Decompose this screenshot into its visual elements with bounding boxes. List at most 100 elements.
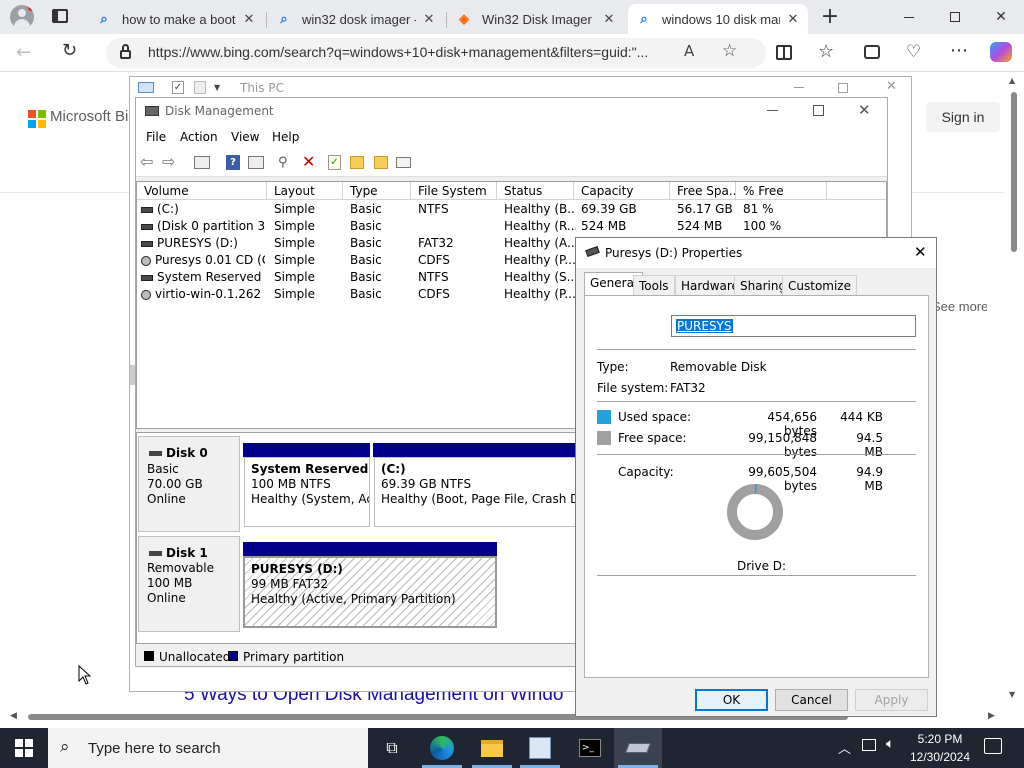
partition-size: 100 MB NTFS	[251, 477, 331, 491]
notification-center-icon[interactable]	[984, 738, 1002, 754]
col-free-space[interactable]: Free Spa...	[670, 182, 736, 200]
partition-c[interactable]: (C:) 69.39 GB NTFS Healthy (Boot, Page F…	[374, 457, 576, 527]
read-aloud-icon[interactable]: A	[684, 42, 694, 60]
back-arrow-icon[interactable]: ←	[16, 42, 31, 63]
back-arrow-icon[interactable]: ⇦	[140, 152, 153, 171]
file-explorer-icon[interactable]	[468, 728, 516, 768]
disk-1-info[interactable]: Disk 1 Removable 100 MB Online	[138, 536, 240, 632]
explorer-close-button[interactable]: ✕	[886, 79, 897, 94]
favorites-icon[interactable]: ☆	[818, 41, 834, 62]
close-tab-icon[interactable]: ✕	[786, 11, 800, 27]
tab-tools[interactable]: Tools	[633, 275, 675, 295]
tab-actions-icon[interactable]	[52, 9, 68, 23]
clock-date[interactable]: 12/30/2024	[906, 750, 974, 764]
col-layout[interactable]: Layout	[267, 182, 343, 200]
search-icon: ⌕	[640, 11, 648, 26]
address-bar[interactable]: https://www.bing.com/search?q=windows+10…	[106, 38, 766, 68]
dialog-close-button[interactable]: ✕	[914, 243, 927, 261]
checklist-icon[interactable]: ✓	[328, 155, 341, 170]
tab-customize[interactable]: Customize	[782, 275, 857, 295]
favorite-star-icon[interactable]: ☆	[722, 41, 737, 61]
split-screen-icon[interactable]	[776, 45, 792, 60]
menu-view[interactable]: View	[231, 130, 259, 144]
minimize-button[interactable]	[886, 0, 932, 34]
edge-icon[interactable]	[418, 728, 466, 768]
partition-system-reserved[interactable]: System Reserved 100 MB NTFS Healthy (Sys…	[244, 457, 370, 527]
disk-0-info[interactable]: Disk 0 Basic 70.00 GB Online	[138, 436, 240, 532]
sign-in-button[interactable]: Sign in	[926, 102, 1000, 132]
scroll-thumb[interactable]	[1011, 92, 1017, 252]
volume-row[interactable]: (Disk 0 partition 3) Simple Basic Healthy (…	[137, 218, 886, 235]
console-tree-icon[interactable]	[194, 156, 210, 169]
collections-icon[interactable]	[864, 45, 880, 59]
tab-bootable[interactable]: ⌕ how to make a bootab ✕	[88, 4, 264, 34]
network-icon[interactable]	[862, 739, 876, 751]
profile-avatar[interactable]	[10, 5, 34, 29]
col-type[interactable]: Type	[343, 182, 411, 200]
see-more-link[interactable]: See more	[937, 299, 987, 314]
close-tab-icon[interactable]: ✕	[422, 11, 436, 27]
microsoft-logo[interactable]	[28, 110, 46, 128]
dropdown-icon[interactable]: ▼	[214, 83, 220, 92]
menu-help[interactable]: Help	[272, 130, 299, 144]
tab-win32-imager[interactable]: ◈ Win32 Disk Imager do ✕	[448, 4, 624, 34]
clock-time[interactable]: 5:20 PM	[910, 732, 970, 746]
dm-close-button[interactable]: ✕	[858, 101, 871, 119]
col-status[interactable]: Status	[497, 182, 574, 200]
help-icon[interactable]: ?	[226, 155, 240, 170]
close-tab-icon[interactable]: ✕	[602, 11, 616, 27]
col-percent-free[interactable]: % Free	[736, 182, 827, 200]
col-capacity[interactable]: Capacity	[574, 182, 670, 200]
explorer-maximize-button[interactable]	[838, 83, 848, 93]
properties-grid-icon[interactable]	[248, 156, 264, 169]
col-volume[interactable]: Volume	[137, 182, 267, 200]
scroll-down-arrow-icon[interactable]: ▼	[1009, 690, 1015, 699]
url-text[interactable]: https://www.bing.com/search?q=windows+10…	[148, 44, 668, 60]
quick-access-blank-icon[interactable]	[194, 81, 206, 94]
vertical-scrollbar[interactable]: ▲ ▼	[1004, 72, 1024, 728]
terminal-icon[interactable]: >_	[566, 728, 614, 768]
menu-action[interactable]: Action	[180, 130, 218, 144]
scroll-left-arrow-icon[interactable]: ◀	[10, 711, 17, 721]
volume-icon[interactable]: 🔈︎	[886, 736, 894, 752]
disk-imager-icon[interactable]	[614, 728, 662, 768]
disk-management-taskbar-icon[interactable]	[516, 728, 564, 768]
new-tab-button[interactable]: +	[818, 2, 842, 32]
type-value: Removable Disk	[670, 360, 767, 374]
cancel-button[interactable]: Cancel	[775, 689, 848, 711]
restore-button[interactable]	[932, 0, 978, 34]
taskbar-search-box[interactable]: ⌕ Type here to search	[48, 728, 368, 768]
tab-disk-management-search[interactable]: ⌕ windows 10 disk mana ✕	[628, 4, 808, 34]
explorer-minimize-button[interactable]	[794, 87, 804, 88]
partition-puresys-d[interactable]: PURESYS (D:) 99 MB FAT32 Healthy (Active…	[243, 556, 497, 628]
volume-row[interactable]: (C:) Simple Basic NTFS Healthy (B... 69.39 GB…	[137, 201, 886, 218]
delete-icon[interactable]: ✕	[302, 152, 315, 171]
apply-button[interactable]: Apply	[855, 689, 928, 711]
ok-button[interactable]: OK	[695, 689, 768, 711]
dm-maximize-button[interactable]	[813, 105, 824, 116]
partition-status: Healthy (System, Acti	[251, 492, 370, 506]
copilot-icon[interactable]	[990, 42, 1012, 62]
volume-label-input[interactable]: PURESYS	[671, 315, 916, 337]
start-button[interactable]	[0, 728, 48, 768]
scroll-right-arrow-icon[interactable]: ▶	[988, 711, 995, 721]
list-view-icon[interactable]	[396, 157, 411, 168]
dm-minimize-button[interactable]	[767, 110, 778, 111]
refresh-icon[interactable]: ↻	[62, 40, 77, 61]
more-menu-icon[interactable]: ⋯	[950, 40, 969, 61]
forward-arrow-icon[interactable]: ⇨	[162, 152, 175, 171]
cd-icon	[141, 255, 151, 266]
tab-win32-search[interactable]: ⌕ win32 dosk imager - S ✕	[268, 4, 444, 34]
close-window-button[interactable]: ✕	[978, 0, 1024, 34]
scroll-up-arrow-icon[interactable]: ▲	[1009, 76, 1015, 85]
close-tab-icon[interactable]: ✕	[242, 11, 256, 27]
browser-essentials-icon[interactable]: ♡	[906, 42, 921, 62]
quick-access-check-icon[interactable]: ✓	[172, 81, 184, 94]
task-view-icon[interactable]: ⧉	[368, 728, 416, 768]
search-folder-icon[interactable]	[374, 156, 388, 169]
connect-icon[interactable]: ⚲	[278, 155, 288, 170]
col-file-system[interactable]: File System	[411, 182, 497, 200]
tray-chevron-icon[interactable]: ︿	[838, 738, 851, 757]
new-folder-icon[interactable]	[350, 156, 364, 169]
menu-file[interactable]: File	[146, 130, 166, 144]
